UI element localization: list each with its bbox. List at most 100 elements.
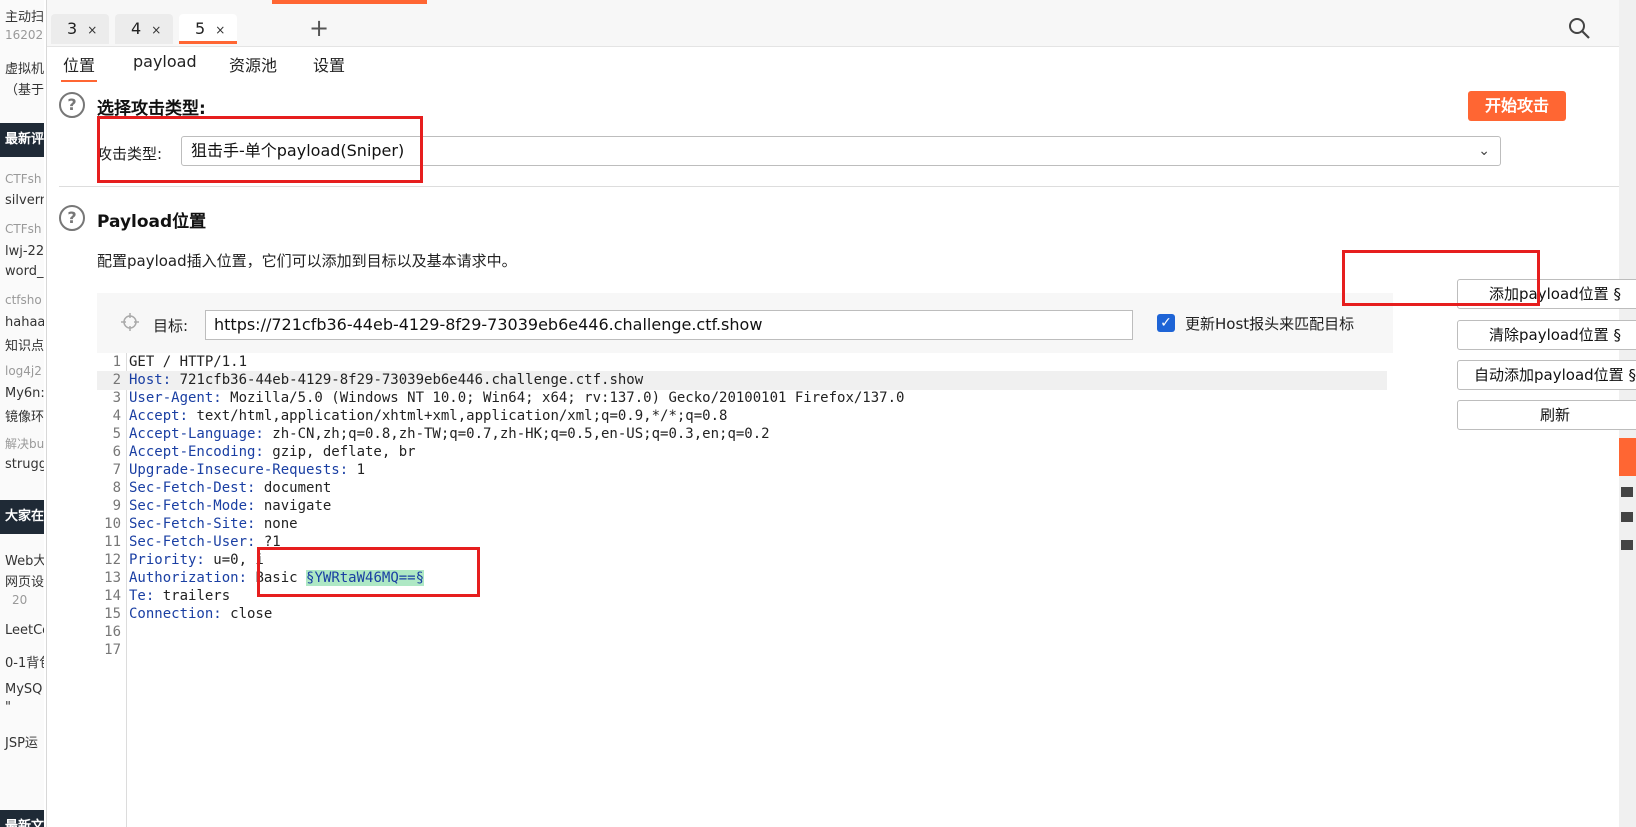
line-text: Accept-Language: zh-CN,zh;q=0.8,zh-TW;q=… — [129, 426, 770, 442]
bg-section-header: 大家在 — [0, 500, 44, 534]
header-name: Connection: — [129, 606, 222, 622]
annotation-box-add-payload — [1342, 250, 1540, 306]
header-name: Upgrade-Insecure-Requests: — [129, 462, 349, 478]
clear-payload-position-button[interactable]: 清除payload位置 § — [1457, 320, 1636, 350]
bg-item: JSP运 — [5, 736, 38, 751]
start-attack-button[interactable]: 开始攻击 — [1468, 91, 1566, 121]
line-text: Te: trailers — [129, 588, 231, 604]
line-number: 5 — [112, 426, 121, 442]
annotation-box-attack-type — [97, 116, 423, 183]
request-line: 9 Sec-Fetch-Mode: navigate — [97, 497, 1387, 516]
subtab-resource-pool[interactable]: 资源池 — [227, 52, 279, 76]
line-number: 11 — [104, 534, 121, 550]
add-tab-icon[interactable]: + — [309, 14, 329, 42]
line-text: GET / HTTP/1.1 — [129, 354, 248, 370]
line-number: 2 — [112, 372, 121, 388]
tab-5[interactable]: 5 × — [179, 14, 237, 44]
bg-mark — [1621, 540, 1633, 550]
line-text: Connection: close — [129, 606, 273, 622]
header-name: Accept-Language: — [129, 426, 264, 442]
bg-item: Web大 — [5, 554, 44, 569]
header-name: Sec-Fetch-Dest: — [129, 480, 256, 496]
tab-label: 5 — [195, 19, 206, 38]
tab-bar: 3 × 4 × 5 × + — [47, 0, 1619, 47]
target-url-input[interactable]: https://721cfb36-44eb-4129-8f29-73039eb6… — [205, 310, 1133, 340]
bg-mark — [1621, 487, 1633, 497]
line-text: User-Agent: Mozilla/5.0 (Windows NT 10.0… — [129, 390, 905, 406]
request-line: 10 Sec-Fetch-Site: none — [97, 515, 1387, 534]
request-line: 6 Accept-Encoding: gzip, deflate, br — [97, 443, 1387, 462]
annotation-box-authorization — [257, 547, 480, 597]
request-line: 5 Accept-Language: zh-CN,zh;q=0.8,zh-TW;q… — [97, 425, 1387, 444]
bg-item: 网页设 — [5, 575, 44, 590]
header-name: Accept: — [129, 408, 189, 424]
update-host-checkbox[interactable]: ✓ — [1157, 314, 1175, 332]
header-name: Sec-Fetch-Mode: — [129, 498, 256, 514]
line-number: 6 — [112, 444, 121, 460]
request-line: 8 Sec-Fetch-Dest: document — [97, 479, 1387, 498]
tab-4[interactable]: 4 × — [115, 14, 173, 44]
bg-item: 16202 — [5, 28, 44, 42]
bg-item: 解决bu — [5, 437, 44, 451]
auto-add-payload-position-button[interactable]: 自动添加payload位置 § — [1457, 360, 1636, 390]
request-line: 7 Upgrade-Insecure-Requests: 1 — [97, 461, 1387, 480]
bg-section-header: 最新评 — [0, 123, 44, 157]
bg-item: 虚拟机 — [5, 62, 44, 77]
line-number: 16 — [104, 624, 121, 640]
search-icon[interactable] — [1567, 16, 1591, 40]
line-text: Accept-Encoding: gzip, deflate, br — [129, 444, 416, 460]
line-text: Priority: u=0, i — [129, 552, 264, 568]
header-name: Accept-Encoding: — [129, 444, 264, 460]
payload-positions-title: Payload位置 — [97, 212, 207, 232]
header-name: Sec-Fetch-User: — [129, 534, 256, 550]
subtab-payload[interactable]: payload — [131, 52, 199, 71]
bg-item: 知识点 — [5, 339, 44, 354]
line-number: 7 — [112, 462, 121, 478]
close-icon[interactable]: × — [215, 23, 225, 37]
request-line: 17 — [97, 641, 1387, 660]
line-number: 17 — [104, 642, 121, 658]
bg-item: 20 — [12, 593, 28, 607]
payload-positions-description: 配置payload插入位置，它们可以添加到目标以及基本请求中。 — [97, 252, 517, 270]
request-line: 15 Connection: close — [97, 605, 1387, 624]
bg-item: log4j2 — [5, 364, 42, 378]
line-number: 4 — [112, 408, 121, 424]
request-line: 1 GET / HTTP/1.1 — [97, 353, 1387, 372]
subtab-positions[interactable]: 位置 — [61, 52, 98, 82]
line-number: 12 — [104, 552, 121, 568]
update-host-label: 更新Host报头来匹配目标 — [1185, 315, 1355, 333]
tab-3[interactable]: 3 × — [51, 14, 109, 44]
bg-item: word_ — [5, 264, 44, 279]
line-number: 15 — [104, 606, 121, 622]
bg-item: hahaa — [5, 315, 44, 330]
subtab-settings[interactable]: 设置 — [311, 52, 347, 76]
close-icon[interactable]: × — [87, 23, 97, 37]
header-name: Sec-Fetch-Site: — [129, 516, 256, 532]
checkmark-icon: ✓ — [1160, 315, 1172, 331]
crosshair-icon — [121, 313, 139, 331]
line-number: 3 — [112, 390, 121, 406]
bg-item: CTFsh — [5, 222, 42, 236]
close-icon[interactable]: × — [151, 23, 161, 37]
refresh-button[interactable]: 刷新 — [1457, 400, 1636, 430]
bg-section-header: 最新文 — [0, 810, 44, 827]
target-label: 目标: — [153, 317, 189, 335]
request-line: 4 Accept: text/html,application/xhtml+xml… — [97, 407, 1387, 426]
bg-item: silvern — [5, 193, 44, 208]
bg-item: CTFsh — [5, 172, 42, 186]
help-icon[interactable]: ? — [59, 92, 85, 118]
line-number: 8 — [112, 480, 121, 496]
bg-item: strugg — [5, 457, 44, 472]
request-line: 16 — [97, 623, 1387, 642]
sub-tab-bar: 位置 payload 资源池 设置 — [47, 46, 1619, 82]
header-name: Host: — [129, 372, 172, 388]
line-text: Accept: text/html,application/xhtml+xml,… — [129, 408, 728, 424]
line-text: Sec-Fetch-Site: none — [129, 516, 298, 532]
chevron-down-icon: ⌄ — [1478, 143, 1490, 159]
request-line: 2 Host: 721cfb36-44eb-4129-8f29-73039eb6e… — [97, 371, 1387, 390]
bg-item: MySQ — [5, 682, 43, 697]
line-number: 10 — [104, 516, 121, 532]
header-name: Authorization: — [129, 570, 248, 586]
help-icon[interactable]: ? — [59, 205, 85, 231]
tab-label: 4 — [131, 19, 142, 38]
